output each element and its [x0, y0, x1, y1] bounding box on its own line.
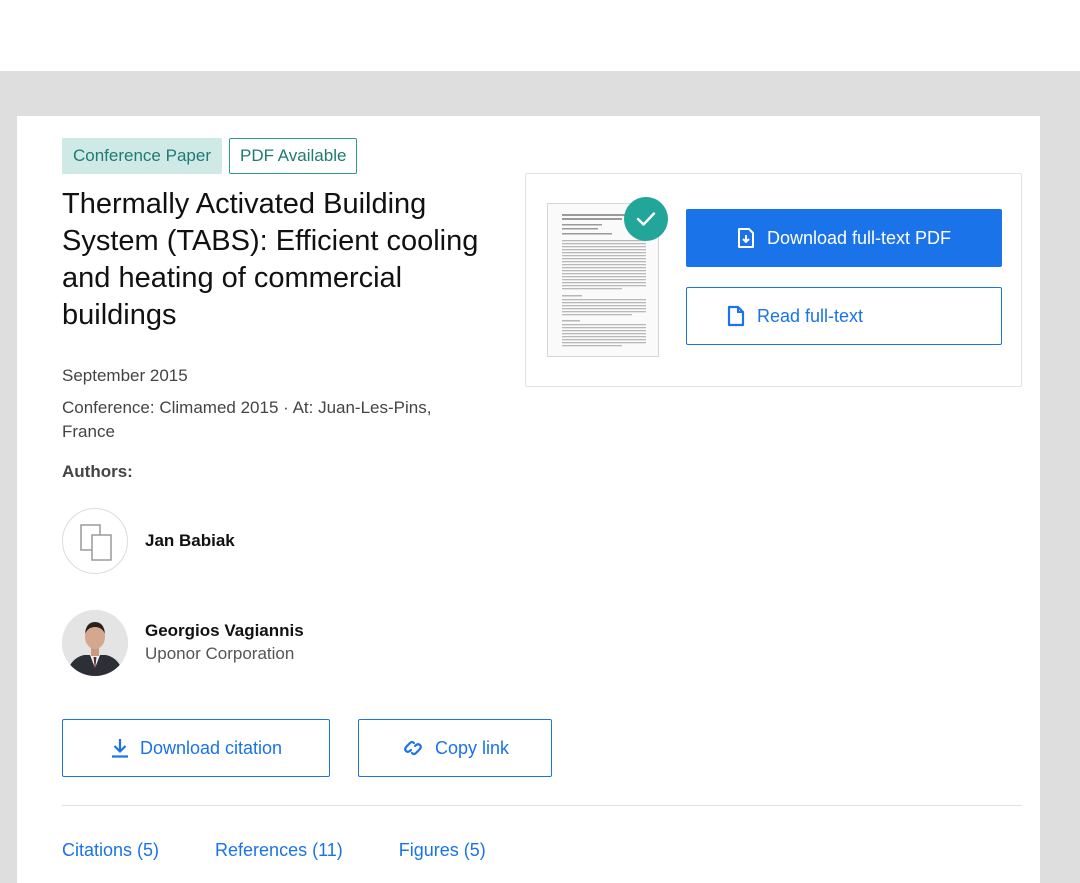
publication-card: Conference Paper PDF Available Thermally… [17, 116, 1040, 883]
publication-date: September 2015 [62, 366, 188, 385]
document-icon [727, 305, 745, 327]
read-fulltext-label: Read full-text [757, 305, 864, 326]
fulltext-panel: Download full-text PDF Read full-text [525, 173, 1022, 387]
author-avatar[interactable] [62, 610, 128, 676]
publication-title: Thermally Activated Building System (TAB… [62, 188, 479, 331]
download-citation-button[interactable]: Download citation [62, 719, 330, 777]
publication-tabs: Citations (5) References (11) Figures (5… [62, 840, 542, 861]
download-pdf-button[interactable]: Download full-text PDF [686, 209, 1002, 267]
link-icon [401, 738, 425, 758]
badges: Conference Paper PDF Available [62, 138, 358, 174]
divider [62, 805, 1022, 806]
tab-figures[interactable]: Figures (5) [399, 840, 486, 861]
author-institution[interactable]: Uponor Corporation [145, 642, 304, 666]
tab-citations[interactable]: Citations (5) [62, 840, 159, 861]
pdf-download-icon [737, 227, 755, 249]
copy-link-label: Copy link [434, 737, 510, 758]
check-icon [624, 197, 668, 241]
top-bar [0, 0, 1080, 71]
author-name[interactable]: Jan Babiak [145, 530, 235, 552]
download-pdf-label: Download full-text PDF [766, 227, 952, 248]
author-item[interactable]: Jan Babiak [62, 508, 235, 574]
author-item[interactable]: Georgios Vagiannis Uponor Corporation [62, 610, 304, 676]
pdf-available-badge: PDF Available [228, 138, 358, 174]
download-citation-label: Download citation [139, 737, 283, 758]
copy-link-button[interactable]: Copy link [358, 719, 552, 777]
authors-label: Authors: [62, 462, 133, 481]
download-icon [110, 737, 130, 759]
conference-info: Conference: Climamed 2015 · At: Juan-Les… [62, 398, 432, 441]
publication-type-badge: Conference Paper [62, 138, 222, 174]
placeholder-avatar-icon[interactable] [62, 508, 128, 574]
author-name[interactable]: Georgios Vagiannis [145, 620, 304, 642]
read-fulltext-button[interactable]: Read full-text [686, 287, 1002, 345]
tab-references[interactable]: References (11) [215, 840, 343, 861]
